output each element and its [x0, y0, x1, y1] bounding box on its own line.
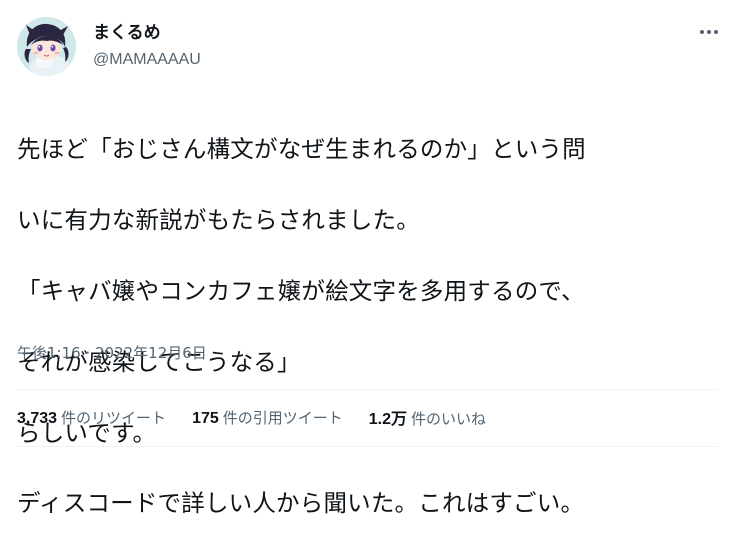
tweet-card: まくるめ @MAMAAAAU 先ほど「おじさん構文がなぜ生まれるのか」という問 …: [0, 0, 735, 517]
tweet-text-line: 「キャバ嬢やコンカフェ嬢が絵文字を多用するので、: [17, 277, 585, 306]
stat-count: 175: [192, 409, 219, 427]
stat-count: 3,733: [17, 409, 58, 427]
stat-count: 1.2万: [368, 411, 408, 428]
divider: [17, 446, 718, 447]
engagement-stats: 3,733 件のリツイート 175 件の引用ツイート 1.2万 件のいいね: [17, 405, 512, 429]
quote-tweet-count-link[interactable]: 175 件の引用ツイート: [192, 407, 343, 428]
more-options-button[interactable]: [696, 22, 722, 42]
tweet-text: 先ほど「おじさん構文がなぜ生まれるのか」という問 いに有力な新説がもたらされまし…: [17, 97, 727, 557]
anime-character-avatar-icon: [17, 17, 76, 76]
stat-label: 件のいいね: [411, 410, 487, 428]
tweet-text-line: いに有力な新説がもたらされました。: [17, 206, 420, 235]
tweet-timestamp[interactable]: 午後1:16 · 2022年12月6日: [17, 343, 207, 363]
stat-label: 件のリツイート: [61, 408, 167, 427]
like-count-link[interactable]: 1.2万 件のいいね: [369, 405, 486, 429]
retweet-count-link[interactable]: 3,733 件のリツイート: [17, 407, 166, 428]
stat-label: 件の引用ツイート: [222, 408, 343, 427]
user-handle[interactable]: @MAMAAAAU: [93, 50, 201, 70]
divider: [17, 389, 718, 390]
display-name[interactable]: まくるめ: [93, 22, 161, 44]
tweet-text-line: ディスコードで詳しい人から聞いた。これはすごい。: [17, 489, 585, 518]
more-dots-icon: [700, 30, 718, 34]
avatar[interactable]: [17, 17, 76, 76]
tweet-text-line: 先ほど「おじさん構文がなぜ生まれるのか」という問: [17, 135, 586, 164]
